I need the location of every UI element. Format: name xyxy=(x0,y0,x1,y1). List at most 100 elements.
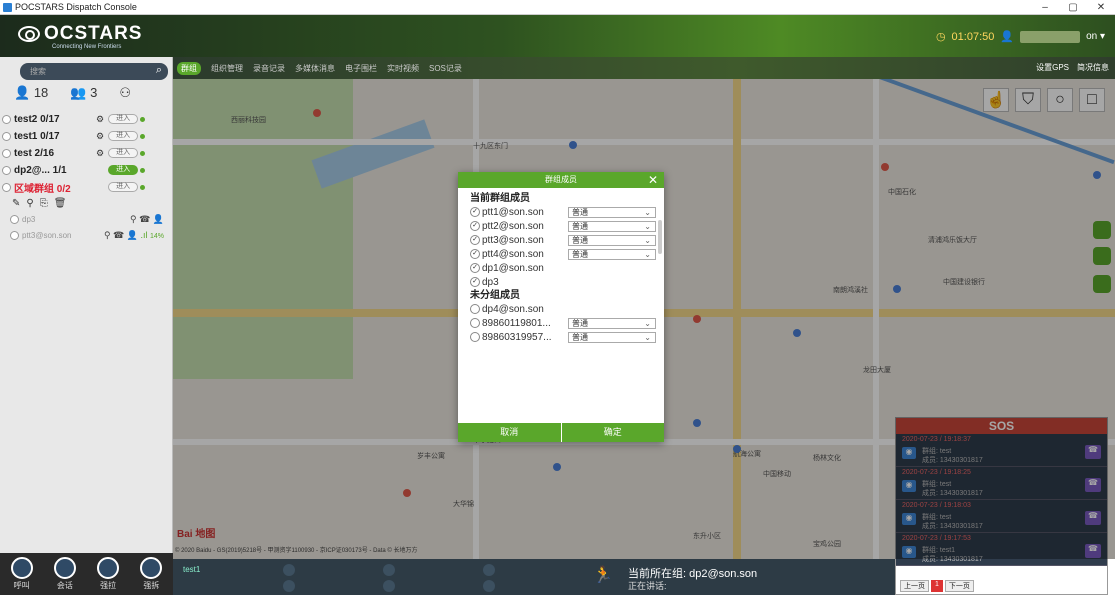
status-icon xyxy=(283,564,295,576)
member-row[interactable]: 89860319957... 普通 ⌄ xyxy=(470,330,664,344)
close-button[interactable]: ✕ xyxy=(1087,0,1115,15)
member-row[interactable]: dp3 ⚲ ☎ 👤 xyxy=(10,213,170,225)
username-box[interactable] xyxy=(1020,30,1081,43)
summary-info-button[interactable]: 简况信息 xyxy=(1077,62,1109,73)
tab-geofence[interactable]: 电子围栏 xyxy=(345,63,377,74)
tab-org-management[interactable]: 组织管理 xyxy=(211,63,243,74)
force-pull-button[interactable]: 强拉 xyxy=(97,557,120,591)
member-action-icons[interactable]: ⚲ ☎ 👤 xyxy=(130,214,164,225)
group-radio[interactable] xyxy=(2,131,11,141)
role-select[interactable]: 普通 ⌄ xyxy=(568,234,656,246)
member-row[interactable]: ptt3@son.son ⚲ ☎ 👤 .ıl 14% xyxy=(10,229,170,241)
search-icon[interactable]: ⌕ xyxy=(156,64,162,77)
checked-icon[interactable]: ✓ xyxy=(470,207,480,217)
maximize-button[interactable]: ▢ xyxy=(1059,0,1087,15)
session-button[interactable]: 会话 xyxy=(53,557,76,591)
enter-group-button[interactable]: 进入 xyxy=(108,131,139,141)
enter-group-button[interactable]: 进入 xyxy=(108,114,139,124)
group-row[interactable]: 区域群组 0/2 ⚙ 进入 xyxy=(2,180,173,195)
member-radio[interactable] xyxy=(10,230,19,240)
chevron-down-icon: ⌄ xyxy=(644,235,651,245)
enter-group-button[interactable]: 进入 xyxy=(108,148,139,158)
current-user: test1 xyxy=(183,565,201,574)
tab-recordings[interactable]: 录音记录 xyxy=(253,63,285,74)
chat-icon xyxy=(53,557,76,579)
set-gps-button[interactable]: 设置GPS xyxy=(1036,62,1069,73)
force-break-button[interactable]: 强拆 xyxy=(140,557,163,591)
member-radio[interactable] xyxy=(10,214,19,224)
search-input[interactable]: 搜索 ⌕ xyxy=(20,63,168,80)
gear-icon[interactable]: ⚙ xyxy=(96,114,104,125)
member-row[interactable]: ✓ dp1@son.son xyxy=(470,261,664,275)
enter-group-button[interactable]: 进入 xyxy=(108,165,139,175)
unchecked-icon[interactable] xyxy=(470,304,480,314)
user-menu[interactable]: on ▾ xyxy=(1086,31,1105,42)
group-radio[interactable] xyxy=(2,148,11,158)
location-icon[interactable]: ⚲ xyxy=(26,198,33,209)
member-action-icons[interactable]: ⚲ ☎ 👤 .ıl 14% xyxy=(104,230,164,241)
group-row[interactable]: dp2@... 1/1 ⚙ 进入 xyxy=(2,163,173,177)
gear-icon[interactable]: ⚙ xyxy=(96,131,104,142)
prev-page-button[interactable]: 上一页 xyxy=(900,580,929,592)
window-controls: – ▢ ✕ xyxy=(1031,0,1115,15)
sos-pager: 上一页 1 下一页 xyxy=(900,580,974,592)
member-row[interactable]: dp4@son.son xyxy=(470,302,664,316)
delete-icon[interactable]: 🗑 xyxy=(54,198,67,209)
next-page-button[interactable]: 下一页 xyxy=(944,580,974,592)
role-select[interactable]: 普通 ⌄ xyxy=(568,206,656,218)
group-tools: ✎ ⚲ ⎘ 🗑 xyxy=(12,196,183,210)
tab-groups[interactable]: 群组 xyxy=(177,61,201,75)
signal-strength: 14% xyxy=(149,232,164,240)
checked-icon[interactable]: ✓ xyxy=(470,263,480,273)
running-person-icon: 🏃 xyxy=(593,567,613,584)
group-name: test1 0/17 xyxy=(14,130,60,142)
call-icon xyxy=(10,557,33,579)
status-dot xyxy=(140,167,146,173)
checked-icon[interactable]: ✓ xyxy=(470,277,480,287)
tab-multimedia[interactable]: 多媒体消息 xyxy=(295,63,335,74)
gear-icon[interactable]: ⚙ xyxy=(96,148,104,159)
role-select[interactable]: 普通 ⌄ xyxy=(568,317,656,329)
status-bar: test1 🏃 当前所在组: dp2@son.son 正在讲话: xyxy=(173,559,895,595)
group-row[interactable]: test2 0/17 ⚙ 进入 xyxy=(2,112,173,126)
group-row[interactable]: test1 0/17 ⚙ 进入 xyxy=(2,129,173,143)
member-row[interactable]: 89860119801... 普通 ⌄ xyxy=(470,316,664,330)
minimize-button[interactable]: – xyxy=(1031,0,1059,15)
cancel-button[interactable]: 取消 xyxy=(458,423,561,442)
logo-mark-icon xyxy=(18,26,40,42)
tab-sos-records[interactable]: SOS记录 xyxy=(429,63,462,74)
toolbar-right: 设置GPS 简况信息 xyxy=(1036,62,1109,73)
role-select[interactable]: 普通 ⌄ xyxy=(568,331,656,343)
group-name: dp2@... 1/1 xyxy=(14,164,67,176)
role-select[interactable]: 普通 ⌄ xyxy=(568,220,656,232)
export-icon[interactable]: ⎘ xyxy=(40,198,48,209)
group-radio[interactable] xyxy=(2,182,11,192)
checked-icon[interactable]: ✓ xyxy=(470,221,480,231)
close-icon[interactable]: ✕ xyxy=(648,172,658,188)
member-row[interactable]: ✓ ptt4@son.son 普通 ⌄ xyxy=(470,247,664,261)
tab-live-video[interactable]: 实时视频 xyxy=(387,63,419,74)
member-row[interactable]: ✓ ptt2@son.son 普通 ⌄ xyxy=(470,219,664,233)
group-users-icon[interactable]: ⚇ xyxy=(119,85,131,101)
unassigned-members-heading: 未分组成员 xyxy=(470,290,520,301)
confirm-button[interactable]: 确定 xyxy=(560,423,664,442)
group-radio[interactable] xyxy=(2,114,11,124)
chevron-down-icon: ⌄ xyxy=(644,249,651,259)
call-button[interactable]: 呼叫 xyxy=(10,557,33,591)
member-row[interactable]: ✓ dp3 xyxy=(470,275,664,289)
dialog-scrollbar[interactable] xyxy=(658,220,662,254)
group-row[interactable]: test 2/16 ⚙ 进入 xyxy=(2,146,173,160)
member-row[interactable]: ✓ ptt3@son.son 普通 ⌄ xyxy=(470,233,664,247)
checked-icon[interactable]: ✓ xyxy=(470,249,480,259)
unchecked-icon[interactable] xyxy=(470,318,480,328)
enter-group-button[interactable]: 进入 xyxy=(108,182,139,192)
member-row[interactable]: ✓ ptt1@son.son 普通 ⌄ xyxy=(470,205,664,219)
checked-icon[interactable]: ✓ xyxy=(470,235,480,245)
member-name: ptt1@son.son xyxy=(482,206,544,218)
edit-icon[interactable]: ✎ xyxy=(12,198,20,209)
role-select[interactable]: 普通 ⌄ xyxy=(568,248,656,260)
group-radio[interactable] xyxy=(2,165,11,175)
dialog-header: 群组成员 ✕ xyxy=(458,172,664,188)
unchecked-icon[interactable] xyxy=(470,332,480,342)
status-dot xyxy=(140,116,146,122)
